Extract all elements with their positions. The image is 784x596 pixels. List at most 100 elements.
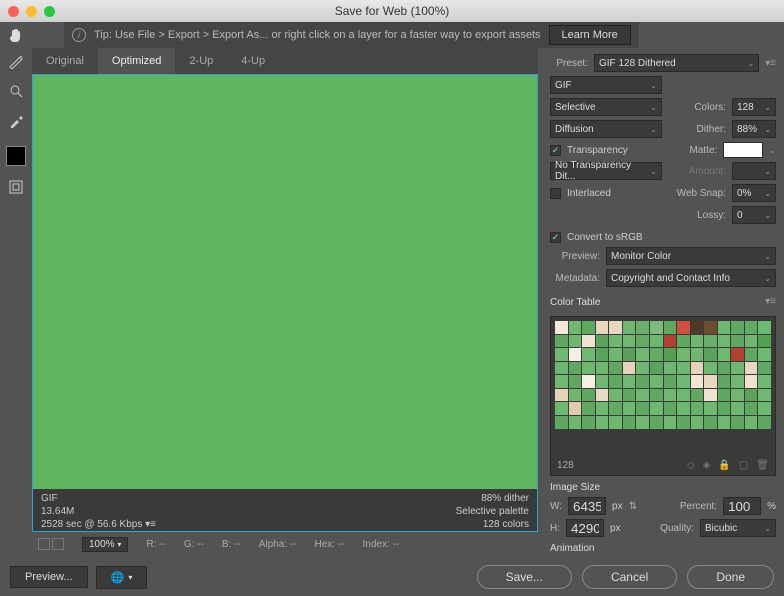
color-swatch[interactable]: [596, 375, 609, 388]
color-swatch[interactable]: [758, 321, 771, 334]
color-swatch[interactable]: [677, 389, 690, 402]
color-table[interactable]: 128 ◇ ◈ 🔒 ▢ 🗑: [550, 316, 776, 476]
color-swatch[interactable]: [636, 402, 649, 415]
color-swatch[interactable]: [636, 348, 649, 361]
color-swatch[interactable]: [609, 375, 622, 388]
color-swatch[interactable]: [731, 348, 744, 361]
color-swatch[interactable]: [569, 335, 582, 348]
ct-icon[interactable]: ◇: [687, 460, 695, 471]
color-swatch[interactable]: [596, 402, 609, 415]
tab-original[interactable]: Original: [32, 48, 98, 74]
color-swatch[interactable]: [704, 402, 717, 415]
color-swatch[interactable]: [691, 348, 704, 361]
color-swatch[interactable]: [758, 389, 771, 402]
metadata-select[interactable]: Copyright and Contact Info⌄: [606, 269, 776, 287]
color-swatch[interactable]: [731, 402, 744, 415]
color-swatch[interactable]: [623, 335, 636, 348]
color-swatch[interactable]: [582, 402, 595, 415]
color-swatch[interactable]: [731, 335, 744, 348]
srgb-checkbox[interactable]: ✓: [550, 232, 561, 243]
color-swatch[interactable]: [609, 389, 622, 402]
color-swatch[interactable]: [555, 402, 568, 415]
slice-visibility-icon[interactable]: [7, 178, 25, 196]
color-swatch[interactable]: [650, 321, 663, 334]
view-mode-icon[interactable]: [38, 538, 50, 550]
color-swatch[interactable]: [582, 321, 595, 334]
color-swatch[interactable]: [555, 362, 568, 375]
slice-tool-icon[interactable]: [7, 52, 25, 70]
color-swatch[interactable]: [704, 389, 717, 402]
trash-icon[interactable]: 🗑: [756, 460, 769, 471]
dither-alg-select[interactable]: Diffusion⌄: [550, 120, 662, 138]
color-swatch[interactable]: [664, 335, 677, 348]
color-swatch[interactable]: [677, 321, 690, 334]
dither-select[interactable]: 88%⌄: [732, 120, 776, 138]
color-swatch[interactable]: [745, 402, 758, 415]
color-swatch[interactable]: [623, 389, 636, 402]
color-swatch[interactable]: [582, 335, 595, 348]
color-swatch[interactable]: [718, 362, 731, 375]
tab-2up[interactable]: 2-Up: [175, 48, 227, 74]
color-swatch[interactable]: [704, 335, 717, 348]
color-swatch[interactable]: [731, 375, 744, 388]
link-icon[interactable]: ⇅: [629, 501, 637, 512]
color-swatch[interactable]: [569, 375, 582, 388]
color-swatch[interactable]: [731, 416, 744, 429]
color-swatch[interactable]: [596, 321, 609, 334]
zoom-select[interactable]: 100% ▾: [82, 537, 128, 552]
color-swatch[interactable]: [691, 321, 704, 334]
format-select[interactable]: GIF⌄: [550, 76, 662, 94]
color-swatch[interactable]: [691, 416, 704, 429]
color-swatch[interactable]: [582, 416, 595, 429]
save-button[interactable]: Save...: [477, 565, 572, 589]
color-swatch[interactable]: [623, 402, 636, 415]
width-input[interactable]: [568, 497, 606, 515]
color-swatch[interactable]: [664, 402, 677, 415]
color-swatch[interactable]: [609, 348, 622, 361]
color-swatch[interactable]: [555, 321, 568, 334]
zoom-icon[interactable]: [44, 6, 55, 17]
preview-button[interactable]: Preview...: [10, 566, 88, 588]
color-swatch[interactable]: [609, 416, 622, 429]
color-swatch[interactable]: [745, 348, 758, 361]
color-swatch[interactable]: [745, 389, 758, 402]
eyedropper-color-swatch[interactable]: [6, 146, 26, 166]
color-swatch[interactable]: [623, 362, 636, 375]
color-swatch[interactable]: [704, 348, 717, 361]
color-swatch[interactable]: [650, 375, 663, 388]
close-icon[interactable]: [8, 6, 19, 17]
color-swatch[interactable]: [758, 348, 771, 361]
color-swatch[interactable]: [691, 375, 704, 388]
color-swatch[interactable]: [650, 389, 663, 402]
color-swatch[interactable]: [609, 321, 622, 334]
color-swatch[interactable]: [623, 375, 636, 388]
color-swatch[interactable]: [677, 348, 690, 361]
color-swatch[interactable]: [636, 335, 649, 348]
color-swatch[interactable]: [758, 362, 771, 375]
color-swatch[interactable]: [555, 348, 568, 361]
color-swatch[interactable]: [704, 375, 717, 388]
color-swatch[interactable]: [569, 362, 582, 375]
color-swatch[interactable]: [718, 389, 731, 402]
color-table-menu-icon[interactable]: ▾≡: [765, 296, 776, 307]
color-swatch[interactable]: [677, 375, 690, 388]
color-swatch[interactable]: [677, 335, 690, 348]
color-swatch[interactable]: [664, 416, 677, 429]
color-swatch[interactable]: [582, 375, 595, 388]
color-swatch[interactable]: [718, 416, 731, 429]
quality-select[interactable]: Bicubic⌄: [700, 519, 776, 537]
preset-select[interactable]: GIF 128 Dithered⌄: [594, 54, 759, 72]
interlaced-checkbox[interactable]: [550, 188, 561, 199]
color-swatch[interactable]: [745, 321, 758, 334]
color-swatch[interactable]: [636, 389, 649, 402]
color-swatch[interactable]: [691, 362, 704, 375]
new-icon[interactable]: ▢: [739, 460, 748, 471]
color-swatch[interactable]: [596, 335, 609, 348]
cancel-button[interactable]: Cancel: [582, 565, 677, 589]
color-swatch[interactable]: [704, 362, 717, 375]
color-swatch[interactable]: [664, 375, 677, 388]
reduction-select[interactable]: Selective⌄: [550, 98, 662, 116]
color-swatch[interactable]: [623, 348, 636, 361]
color-swatch[interactable]: [555, 389, 568, 402]
color-swatch[interactable]: [650, 348, 663, 361]
